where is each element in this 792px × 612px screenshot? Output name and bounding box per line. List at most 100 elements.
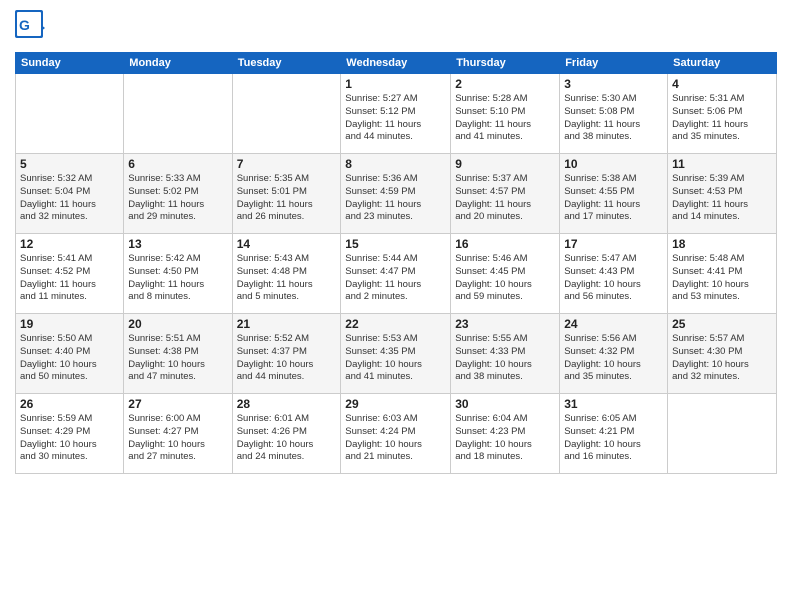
day-info: Sunrise: 5:48 AM Sunset: 4:41 PM Dayligh… [672, 253, 772, 304]
day-info: Sunrise: 5:36 AM Sunset: 4:59 PM Dayligh… [345, 173, 446, 224]
day-cell: 17 Sunrise: 5:47 AM Sunset: 4:43 PM Dayli… [560, 234, 668, 314]
day-number: 1 [345, 77, 446, 91]
day-cell: 5 Sunrise: 5:32 AM Sunset: 5:04 PM Daylig… [16, 154, 124, 234]
header-day-friday: Friday [560, 53, 668, 74]
day-number: 24 [564, 317, 663, 331]
day-cell: 20 Sunrise: 5:51 AM Sunset: 4:38 PM Dayli… [124, 314, 232, 394]
header-row: SundayMondayTuesdayWednesdayThursdayFrid… [16, 53, 777, 74]
header-day-tuesday: Tuesday [232, 53, 341, 74]
day-cell: 22 Sunrise: 5:53 AM Sunset: 4:35 PM Dayli… [341, 314, 451, 394]
day-cell [232, 74, 341, 154]
day-number: 6 [128, 157, 227, 171]
day-cell: 27Sunrise: 6:00 AM Sunset: 4:27 PM Dayli… [124, 394, 232, 474]
day-number: 8 [345, 157, 446, 171]
logo: G [15, 10, 45, 46]
day-number: 15 [345, 237, 446, 251]
calendar-header: SundayMondayTuesdayWednesdayThursdayFrid… [16, 53, 777, 74]
day-info: Sunrise: 5:28 AM Sunset: 5:10 PM Dayligh… [455, 93, 555, 144]
week-row-3: 12 Sunrise: 5:41 AM Sunset: 4:52 PM Dayli… [16, 234, 777, 314]
day-info: Sunrise: 5:46 AM Sunset: 4:45 PM Dayligh… [455, 253, 555, 304]
day-info: Sunrise: 6:04 AM Sunset: 4:23 PM Dayligh… [455, 413, 555, 464]
day-info: Sunrise: 5:32 AM Sunset: 5:04 PM Dayligh… [20, 173, 119, 224]
day-cell: 12 Sunrise: 5:41 AM Sunset: 4:52 PM Dayli… [16, 234, 124, 314]
day-info: Sunrise: 5:47 AM Sunset: 4:43 PM Dayligh… [564, 253, 663, 304]
calendar-table: SundayMondayTuesdayWednesdayThursdayFrid… [15, 52, 777, 474]
day-number: 29 [345, 397, 446, 411]
day-cell: 1 Sunrise: 5:27 AM Sunset: 5:12 PM Daylig… [341, 74, 451, 154]
header-day-monday: Monday [124, 53, 232, 74]
day-info: Sunrise: 5:57 AM Sunset: 4:30 PM Dayligh… [672, 333, 772, 384]
day-cell: 8 Sunrise: 5:36 AM Sunset: 4:59 PM Daylig… [341, 154, 451, 234]
day-number: 18 [672, 237, 772, 251]
week-row-4: 19 Sunrise: 5:50 AM Sunset: 4:40 PM Dayli… [16, 314, 777, 394]
day-info: Sunrise: 5:50 AM Sunset: 4:40 PM Dayligh… [20, 333, 119, 384]
day-cell: 7Sunrise: 5:35 AM Sunset: 5:01 PM Daylig… [232, 154, 341, 234]
day-info: Sunrise: 5:51 AM Sunset: 4:38 PM Dayligh… [128, 333, 227, 384]
day-number: 28 [237, 397, 337, 411]
day-number: 9 [455, 157, 555, 171]
day-info: Sunrise: 6:01 AM Sunset: 4:26 PM Dayligh… [237, 413, 337, 464]
day-number: 25 [672, 317, 772, 331]
day-cell: 9 Sunrise: 5:37 AM Sunset: 4:57 PM Daylig… [451, 154, 560, 234]
day-cell: 11 Sunrise: 5:39 AM Sunset: 4:53 PM Dayli… [668, 154, 777, 234]
day-number: 23 [455, 317, 555, 331]
day-number: 12 [20, 237, 119, 251]
day-cell: 14 Sunrise: 5:43 AM Sunset: 4:48 PM Dayli… [232, 234, 341, 314]
day-cell: 15 Sunrise: 5:44 AM Sunset: 4:47 PM Dayli… [341, 234, 451, 314]
day-info: Sunrise: 5:37 AM Sunset: 4:57 PM Dayligh… [455, 173, 555, 224]
header-day-saturday: Saturday [668, 53, 777, 74]
header: G [15, 10, 777, 46]
day-info: Sunrise: 5:44 AM Sunset: 4:47 PM Dayligh… [345, 253, 446, 304]
day-number: 4 [672, 77, 772, 91]
day-cell: 25 Sunrise: 5:57 AM Sunset: 4:30 PM Dayli… [668, 314, 777, 394]
day-number: 20 [128, 317, 227, 331]
day-info: Sunrise: 5:35 AM Sunset: 5:01 PM Dayligh… [237, 173, 337, 224]
day-number: 3 [564, 77, 663, 91]
day-cell: 26Sunrise: 5:59 AM Sunset: 4:29 PM Dayli… [16, 394, 124, 474]
header-day-thursday: Thursday [451, 53, 560, 74]
svg-text:G: G [19, 17, 30, 33]
day-info: Sunrise: 6:05 AM Sunset: 4:21 PM Dayligh… [564, 413, 663, 464]
week-row-2: 5 Sunrise: 5:32 AM Sunset: 5:04 PM Daylig… [16, 154, 777, 234]
logo-icon: G [15, 10, 45, 46]
day-number: 27 [128, 397, 227, 411]
day-cell: 18 Sunrise: 5:48 AM Sunset: 4:41 PM Dayli… [668, 234, 777, 314]
day-number: 22 [345, 317, 446, 331]
day-number: 11 [672, 157, 772, 171]
day-info: Sunrise: 5:30 AM Sunset: 5:08 PM Dayligh… [564, 93, 663, 144]
day-info: Sunrise: 5:55 AM Sunset: 4:33 PM Dayligh… [455, 333, 555, 384]
day-info: Sunrise: 5:39 AM Sunset: 4:53 PM Dayligh… [672, 173, 772, 224]
week-row-1: 1 Sunrise: 5:27 AM Sunset: 5:12 PM Daylig… [16, 74, 777, 154]
day-cell: 21Sunrise: 5:52 AM Sunset: 4:37 PM Dayli… [232, 314, 341, 394]
day-number: 14 [237, 237, 337, 251]
day-number: 10 [564, 157, 663, 171]
day-cell: 28 Sunrise: 6:01 AM Sunset: 4:26 PM Dayli… [232, 394, 341, 474]
calendar-body: 1 Sunrise: 5:27 AM Sunset: 5:12 PM Daylig… [16, 74, 777, 474]
day-info: Sunrise: 5:41 AM Sunset: 4:52 PM Dayligh… [20, 253, 119, 304]
day-cell [668, 394, 777, 474]
day-number: 31 [564, 397, 663, 411]
day-number: 19 [20, 317, 119, 331]
day-info: Sunrise: 5:59 AM Sunset: 4:29 PM Dayligh… [20, 413, 119, 464]
day-cell [124, 74, 232, 154]
day-number: 2 [455, 77, 555, 91]
day-info: Sunrise: 5:27 AM Sunset: 5:12 PM Dayligh… [345, 93, 446, 144]
day-number: 5 [20, 157, 119, 171]
day-cell: 30Sunrise: 6:04 AM Sunset: 4:23 PM Dayli… [451, 394, 560, 474]
day-cell: 13Sunrise: 5:42 AM Sunset: 4:50 PM Dayli… [124, 234, 232, 314]
day-info: Sunrise: 5:33 AM Sunset: 5:02 PM Dayligh… [128, 173, 227, 224]
header-day-wednesday: Wednesday [341, 53, 451, 74]
day-info: Sunrise: 5:53 AM Sunset: 4:35 PM Dayligh… [345, 333, 446, 384]
day-cell: 10 Sunrise: 5:38 AM Sunset: 4:55 PM Dayli… [560, 154, 668, 234]
day-info: Sunrise: 6:03 AM Sunset: 4:24 PM Dayligh… [345, 413, 446, 464]
day-info: Sunrise: 5:43 AM Sunset: 4:48 PM Dayligh… [237, 253, 337, 304]
day-cell: 2 Sunrise: 5:28 AM Sunset: 5:10 PM Daylig… [451, 74, 560, 154]
day-info: Sunrise: 5:56 AM Sunset: 4:32 PM Dayligh… [564, 333, 663, 384]
day-number: 16 [455, 237, 555, 251]
day-number: 21 [237, 317, 337, 331]
day-cell: 29 Sunrise: 6:03 AM Sunset: 4:24 PM Dayli… [341, 394, 451, 474]
page-container: G SundayMondayTuesdayWednesdayThursdayFr… [0, 0, 792, 479]
day-number: 17 [564, 237, 663, 251]
day-info: Sunrise: 5:38 AM Sunset: 4:55 PM Dayligh… [564, 173, 663, 224]
day-cell: 4Sunrise: 5:31 AM Sunset: 5:06 PM Daylig… [668, 74, 777, 154]
